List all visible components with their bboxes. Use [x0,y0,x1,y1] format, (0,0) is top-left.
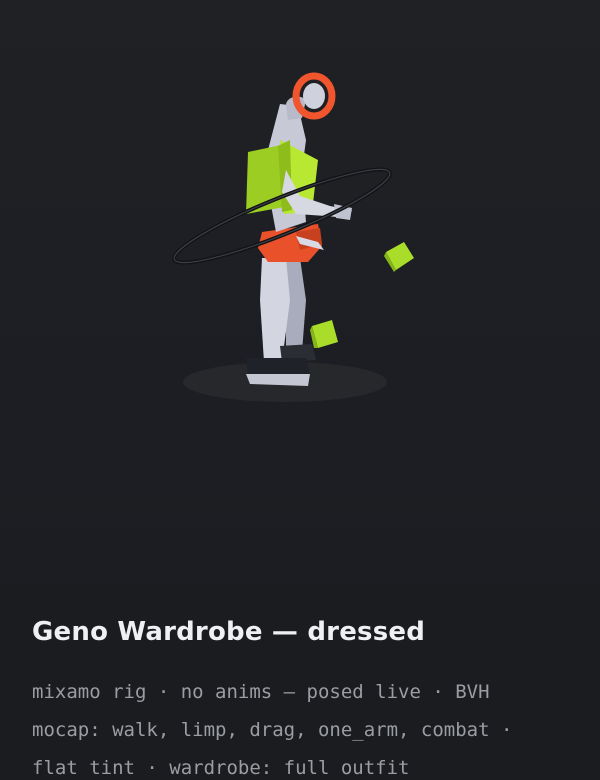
card-info-panel: Geno Wardrobe — dressed mixamo rig · no … [0,585,600,780]
floating-cube-2 [310,320,338,348]
card-title: Geno Wardrobe — dressed [32,617,426,647]
character-card[interactable]: Geno Wardrobe — dressed mixamo rig · no … [0,0,600,780]
description-line: mixamo rig · no anims — posed live · BVH [32,681,490,703]
character-render [172,72,414,402]
front-shoe [246,358,310,374]
model-preview-viewport[interactable] [0,0,600,585]
description-line: mocap: walk, limp, drag, one_arm, combat… [32,719,513,741]
card-description: mixamo rig · no anims — posed live · BVH… [32,673,592,780]
halo-inner [303,83,325,109]
floating-cube-1 [384,242,414,272]
description-line: flat tint · wardrobe: full outfit [32,757,410,779]
